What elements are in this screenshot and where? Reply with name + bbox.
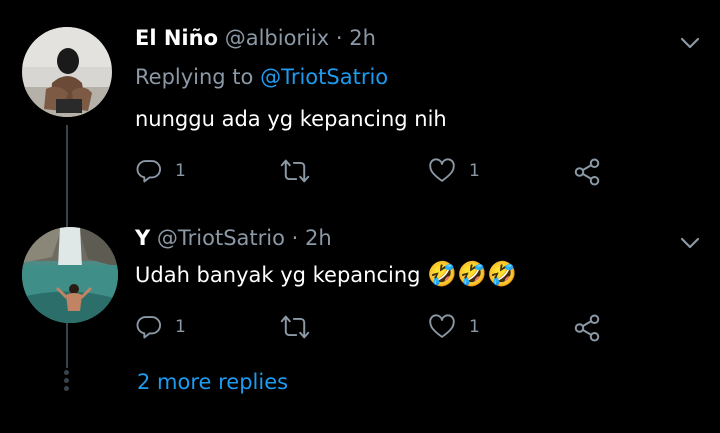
retweet-button[interactable] [280, 157, 310, 185]
display-name[interactable]: Y [135, 226, 150, 250]
thread-dot [64, 370, 69, 375]
share-icon [574, 314, 600, 342]
replying-label: Replying to [135, 65, 254, 89]
share-icon [574, 158, 600, 186]
avatar[interactable] [22, 227, 118, 323]
thread-dot [64, 386, 69, 391]
reply-button[interactable]: 1 [135, 313, 186, 341]
tweet-header: Y @TriotSatrio · 2h [135, 225, 332, 251]
share-button[interactable] [572, 157, 602, 187]
like-icon [429, 158, 455, 182]
separator: · [335, 26, 343, 50]
timestamp[interactable]: 2h [349, 26, 376, 50]
like-count: 1 [469, 161, 480, 181]
retweet-icon [280, 159, 310, 183]
more-replies-link[interactable]: 2 more replies [137, 369, 288, 395]
display-name[interactable]: El Niño [135, 26, 218, 50]
share-button[interactable] [572, 313, 602, 343]
replying-to: Replying to @TriotSatrio [135, 64, 388, 90]
handle[interactable]: @TriotSatrio [157, 226, 285, 250]
reply-count: 1 [175, 317, 186, 337]
avatar[interactable] [22, 27, 112, 117]
tweet-text: nunggu ada yg kepancing nih [135, 107, 447, 131]
retweet-icon [280, 315, 310, 339]
replying-handle-link[interactable]: @TriotSatrio [260, 65, 388, 89]
like-button[interactable]: 1 [427, 157, 480, 185]
tweet-text: Udah banyak yg kepancing 🤣🤣🤣 [135, 260, 517, 289]
chevron-down-icon[interactable] [678, 31, 702, 55]
tweet-text-body: Udah banyak yg kepancing [135, 263, 421, 287]
reply-count: 1 [175, 161, 186, 181]
retweet-button[interactable] [280, 313, 310, 341]
tweet-header: El Niño @albioriix · 2h [135, 25, 376, 51]
chevron-down-icon[interactable] [678, 231, 702, 255]
like-count: 1 [469, 317, 480, 337]
like-icon [429, 314, 455, 338]
reply-button[interactable]: 1 [135, 157, 186, 185]
laughing-emoji: 🤣🤣🤣 [427, 260, 517, 288]
like-button[interactable]: 1 [427, 313, 480, 341]
reply-icon [136, 160, 161, 183]
handle[interactable]: @albioriix [225, 26, 329, 50]
reply-icon [136, 316, 161, 339]
separator: · [291, 226, 299, 250]
thread-dot [64, 378, 69, 383]
timestamp[interactable]: 2h [305, 226, 332, 250]
